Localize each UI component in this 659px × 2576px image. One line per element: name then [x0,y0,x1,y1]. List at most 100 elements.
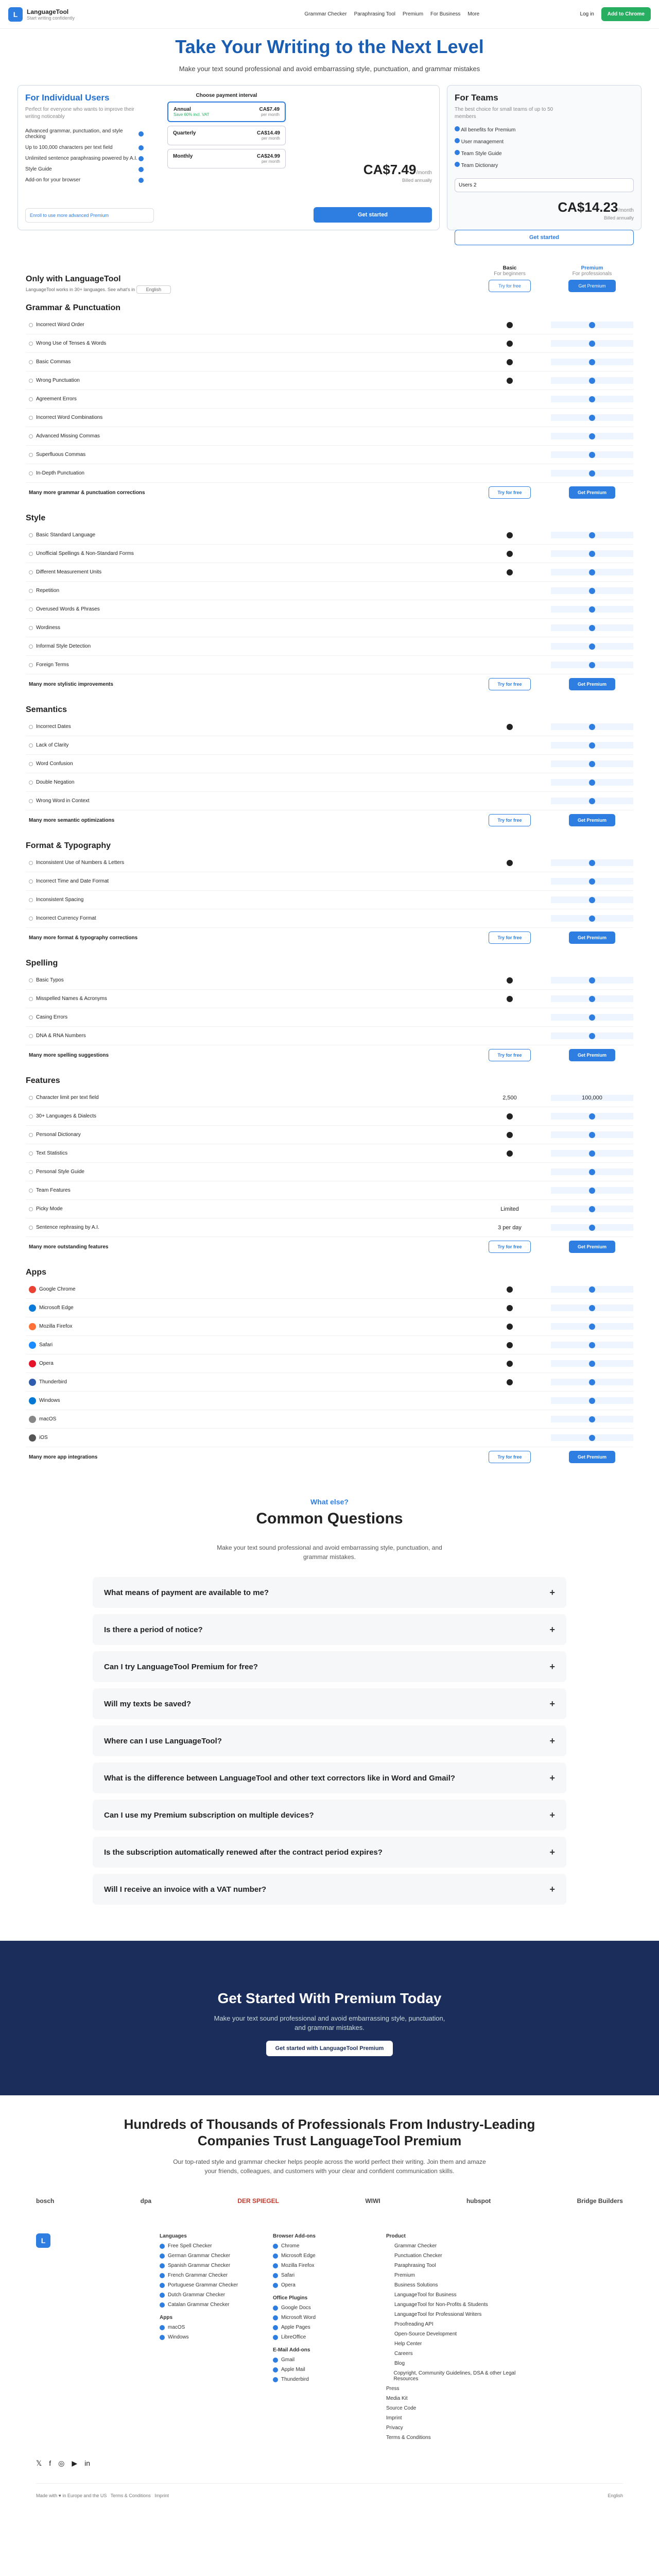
team-users-select[interactable]: Users 2 [455,178,634,192]
footer-link[interactable]: Portuguese Grammar Checker [160,2282,252,2288]
footer-link[interactable]: Apple Mail [273,2367,366,2372]
faq-item[interactable]: What is the difference between LanguageT… [93,1762,566,1793]
footer-link[interactable]: Microsoft Word [273,2315,366,2320]
info-icon[interactable] [29,551,33,556]
info-icon[interactable] [29,471,33,476]
terms-link[interactable]: Terms & Conditions [111,2493,151,2498]
footer-link[interactable]: Copyright, Community Guidelines, DSA & o… [386,2370,520,2382]
info-icon[interactable] [29,897,33,902]
footer-link[interactable]: Terms & Conditions [386,2435,520,2441]
option-quarterly[interactable]: Quarterly CA$14.49 per month [167,126,286,145]
footer-link[interactable]: Opera [273,2282,366,2288]
info-icon[interactable] [29,452,33,457]
faq-item[interactable]: Can I use my Premium subscription on mul… [93,1800,566,1831]
info-icon[interactable] [29,1225,33,1230]
try-free-button[interactable]: Try for free [489,280,531,292]
info-icon[interactable] [29,916,33,921]
footer-link[interactable]: Spanish Grammar Checker [160,2263,252,2268]
info-icon[interactable] [29,1132,33,1137]
footer-link[interactable]: LibreOffice [273,2334,366,2340]
nav-link-premium[interactable]: Premium [403,11,423,17]
info-icon[interactable] [29,1188,33,1193]
footer-link[interactable]: Mozilla Firefox [273,2263,366,2268]
info-icon[interactable] [29,607,33,612]
info-icon[interactable] [29,1207,33,1211]
option-monthly[interactable]: Monthly CA$24.99 per month [167,149,286,168]
faq-item[interactable]: Will I receive an invoice with a VAT num… [93,1874,566,1905]
info-icon[interactable] [29,996,33,1001]
footer-link[interactable]: Blog [386,2361,520,2366]
info-icon[interactable] [29,1170,33,1174]
footer-link[interactable]: Catalan Grammar Checker [160,2302,252,2308]
info-icon[interactable] [29,625,33,630]
info-icon[interactable] [29,570,33,574]
info-icon[interactable] [29,743,33,748]
get-premium-button[interactable]: Get Premium [568,1451,616,1463]
info-icon[interactable] [29,1114,33,1118]
footer-link[interactable]: Punctuation Checker [386,2253,520,2259]
nav-link-grammar[interactable]: Grammar Checker [304,11,346,17]
get-premium-button[interactable]: Get Premium [568,486,616,499]
info-icon[interactable] [29,1151,33,1156]
get-premium-button[interactable]: Get Premium [568,280,616,292]
footer-link[interactable]: Dutch Grammar Checker [160,2292,252,2298]
nav-link-business[interactable]: For Business [430,11,460,17]
info-icon[interactable] [29,360,33,364]
footer-link[interactable]: Safari [273,2273,366,2278]
footer-link[interactable]: Proofreading API [386,2321,520,2327]
footer-language-select[interactable]: English [608,2493,623,2514]
brand-logo[interactable]: L LanguageTool Start writing confidently [8,7,142,22]
instagram-icon[interactable]: ◎ [58,2459,64,2468]
get-premium-button[interactable]: Get Premium [568,931,616,944]
footer-link[interactable]: Open-Source Development [386,2331,520,2337]
get-premium-button[interactable]: Get Premium [568,1049,616,1061]
footer-link[interactable]: Apple Pages [273,2325,366,2330]
linkedin-icon[interactable]: in [84,2459,90,2468]
faq-item[interactable]: Where can I use LanguageTool? + [93,1725,566,1756]
option-annual[interactable]: Annual Save 60% incl. VAT CA$7.49 per month [167,101,286,122]
try-free-button[interactable]: Try for free [489,678,531,690]
info-icon[interactable] [29,378,33,383]
info-icon[interactable] [29,879,33,884]
imprint-link[interactable]: Imprint [154,2493,169,2498]
info-icon[interactable] [29,644,33,649]
info-icon[interactable] [29,323,33,327]
footer-link[interactable]: Privacy [386,2425,520,2431]
info-icon[interactable] [29,533,33,537]
team-get-started-button[interactable]: Get started [455,230,634,245]
info-icon[interactable] [29,341,33,346]
footer-link[interactable]: LanguageTool for Professional Writers [386,2312,520,2317]
footer-link[interactable]: Paraphrasing Tool [386,2263,520,2268]
info-icon[interactable] [29,397,33,401]
faq-item[interactable]: Is there a period of notice? + [93,1614,566,1645]
faq-item[interactable]: Is the subscription automatically renewe… [93,1837,566,1868]
try-free-button[interactable]: Try for free [489,1451,531,1463]
promo-button[interactable]: Get started with LanguageTool Premium [266,2041,393,2056]
get-premium-button[interactable]: Get Premium [568,814,616,826]
facebook-icon[interactable]: f [49,2459,51,2468]
footer-link[interactable]: LanguageTool for Non-Profits & Students [386,2302,520,2308]
info-icon[interactable] [29,860,33,865]
info-icon[interactable] [29,1033,33,1038]
nav-link-paraphrase[interactable]: Paraphrasing Tool [354,11,395,17]
footer-link[interactable]: Business Solutions [386,2282,520,2288]
info-icon[interactable] [29,588,33,593]
nav-link-more[interactable]: More [467,11,479,17]
faq-item[interactable]: Will my texts be saved? + [93,1688,566,1719]
info-icon[interactable] [29,663,33,667]
get-premium-button[interactable]: Get Premium [568,1241,616,1253]
faq-item[interactable]: What means of payment are available to m… [93,1577,566,1608]
footer-link[interactable]: German Grammar Checker [160,2253,252,2259]
footer-link[interactable]: Microsoft Edge [273,2253,366,2259]
youtube-icon[interactable]: ▶ [72,2459,77,2468]
footer-link[interactable]: Imprint [386,2415,520,2421]
faq-item[interactable]: Can I try LanguageTool Premium for free?… [93,1651,566,1682]
add-to-chrome-button[interactable]: Add to Chrome [601,7,651,21]
login-link[interactable]: Log in [580,11,594,17]
footer-link[interactable]: Gmail [273,2357,366,2363]
footer-link[interactable]: Chrome [273,2243,366,2249]
footer-link[interactable]: Premium [386,2273,520,2278]
footer-link[interactable]: Thunderbird [273,2377,366,2382]
footer-link[interactable]: Press [386,2386,520,2392]
info-icon[interactable] [29,1015,33,1020]
